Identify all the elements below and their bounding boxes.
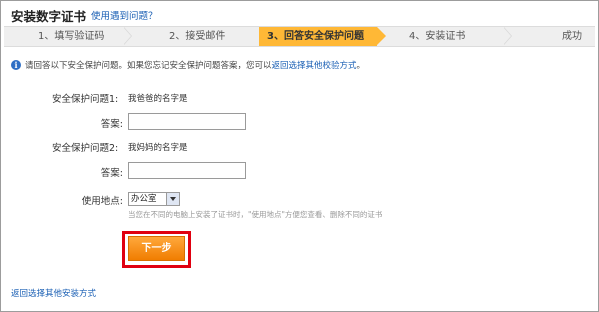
info-icon: i	[11, 60, 21, 70]
other-install-link[interactable]: 返回选择其他安装方式	[11, 287, 96, 299]
location-label: 使用地点:	[81, 196, 123, 207]
answer-2-input[interactable]	[128, 162, 246, 179]
help-link[interactable]: 使用遇到问题？	[91, 8, 158, 22]
answer-1-label: 答案:	[100, 119, 123, 130]
step-separator	[123, 26, 132, 45]
question-1-label: 安全保护问题1:	[52, 94, 119, 105]
question-2-label: 安全保护问题2:	[52, 143, 119, 154]
question-1-value: 我爸爸的名字是	[128, 94, 188, 104]
info-message: 请回答以下安全保护问题。如果您忘记安全保护问题答案，您可以返回选择其他校验方式。	[25, 59, 365, 71]
other-verify-link[interactable]: 返回选择其他校验方式	[272, 61, 357, 71]
step-3-label: 3、回答安全保护问题	[267, 31, 364, 42]
step-success: 成功	[562, 31, 582, 42]
step-4: 4、安装证书	[409, 31, 466, 42]
step-separator	[503, 26, 512, 45]
chevron-down-icon[interactable]	[166, 193, 179, 205]
step-progress-bar: 1、填写验证码 2、接受邮件 3、回答安全保护问题 4、安装证书 成功	[4, 26, 595, 47]
info-suffix: 。	[356, 61, 366, 71]
location-hint: 当您在不同的电脑上安装了证书时，"使用地点"方便您查看、删除不同的证书	[128, 210, 383, 219]
step-1: 1、填写验证码	[38, 31, 105, 42]
info-text: 请回答以下安全保护问题。如果您忘记安全保护问题答案，您可以	[25, 61, 272, 71]
question-2-value: 我妈妈的名字是	[128, 143, 188, 153]
step-3-active: 3、回答安全保护问题	[259, 27, 386, 46]
step-2: 2、接受邮件	[169, 31, 226, 42]
page-title: 安装数字证书	[11, 9, 87, 24]
answer-1-input[interactable]	[128, 113, 246, 130]
answer-2-label: 答案:	[100, 168, 123, 179]
next-button[interactable]: 下一步	[128, 236, 185, 261]
location-selected-value: 办公室	[131, 194, 157, 204]
location-select[interactable]: 办公室	[128, 192, 180, 206]
